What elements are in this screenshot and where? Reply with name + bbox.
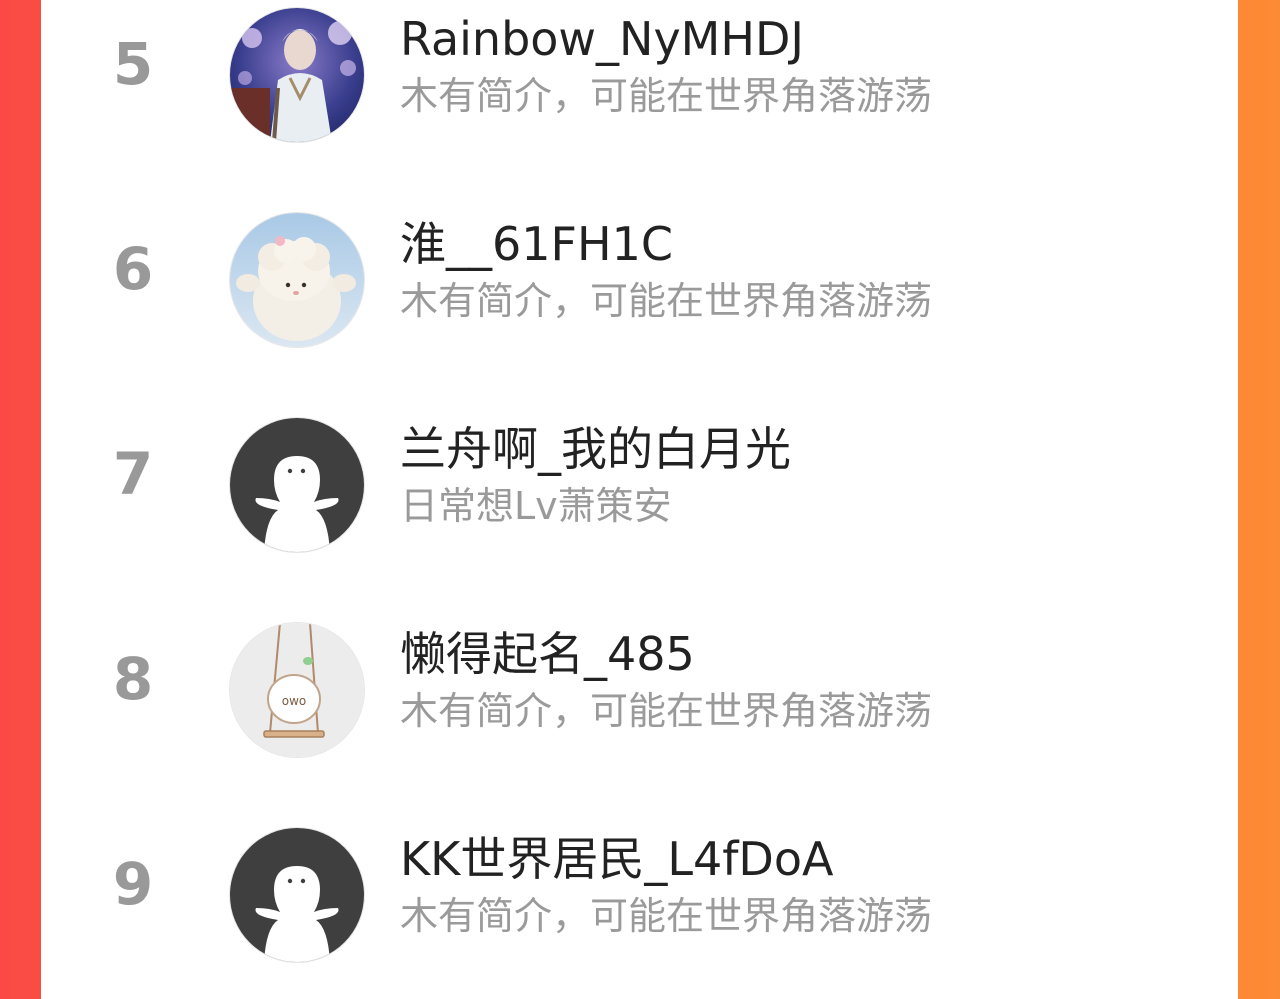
ranking-row[interactable]: 9 KK世界居民_L4fDoA 木有简介，可能在世界角落游荡 <box>41 813 1238 973</box>
ranking-list-panel: 5 Rainbow_NyMHDJ 木有简介，可能在世界角落游荡 6 淮__61F… <box>41 0 1238 999</box>
user-name[interactable]: 淮__61FH1C <box>400 219 673 270</box>
user-bio: 日常想Lv萧策安 <box>400 484 672 528</box>
default-avatar-icon[interactable] <box>230 418 364 552</box>
rank-number: 8 <box>112 645 154 713</box>
default-avatar-icon[interactable] <box>230 828 364 962</box>
rank-number: 9 <box>112 850 154 918</box>
user-name[interactable]: 兰舟啊_我的白月光 <box>400 424 791 475</box>
swing-doodle-avatar-icon[interactable]: owo <box>230 623 364 757</box>
ranking-row[interactable]: 6 淮__61FH1C 木有简介，可能在世界角落游荡 <box>41 198 1238 358</box>
rank-number: 5 <box>112 30 154 98</box>
user-bio: 木有简介，可能在世界角落游荡 <box>400 689 933 733</box>
ranking-row[interactable]: 8 owo 懒得起名_485 木有简介，可能在世界角落游荡 <box>41 608 1238 768</box>
ranking-row[interactable]: 7 兰舟啊_我的白月光 日常想Lv萧策安 <box>41 403 1238 563</box>
rank-number: 6 <box>112 235 154 303</box>
anime-character-avatar-icon[interactable] <box>230 8 364 142</box>
user-bio: 木有简介，可能在世界角落游荡 <box>400 74 933 118</box>
user-name[interactable]: Rainbow_NyMHDJ <box>400 14 804 65</box>
rank-number: 7 <box>112 440 154 508</box>
user-bio: 木有简介，可能在世界角落游荡 <box>400 279 933 323</box>
user-name[interactable]: KK世界居民_L4fDoA <box>400 834 833 885</box>
svg-text:owo: owo <box>282 694 307 708</box>
user-name[interactable]: 懒得起名_485 <box>400 629 695 680</box>
plush-lamb-avatar-icon[interactable] <box>230 213 364 347</box>
user-bio: 木有简介，可能在世界角落游荡 <box>400 894 933 938</box>
ranking-row[interactable]: 5 Rainbow_NyMHDJ 木有简介，可能在世界角落游荡 <box>41 0 1238 153</box>
